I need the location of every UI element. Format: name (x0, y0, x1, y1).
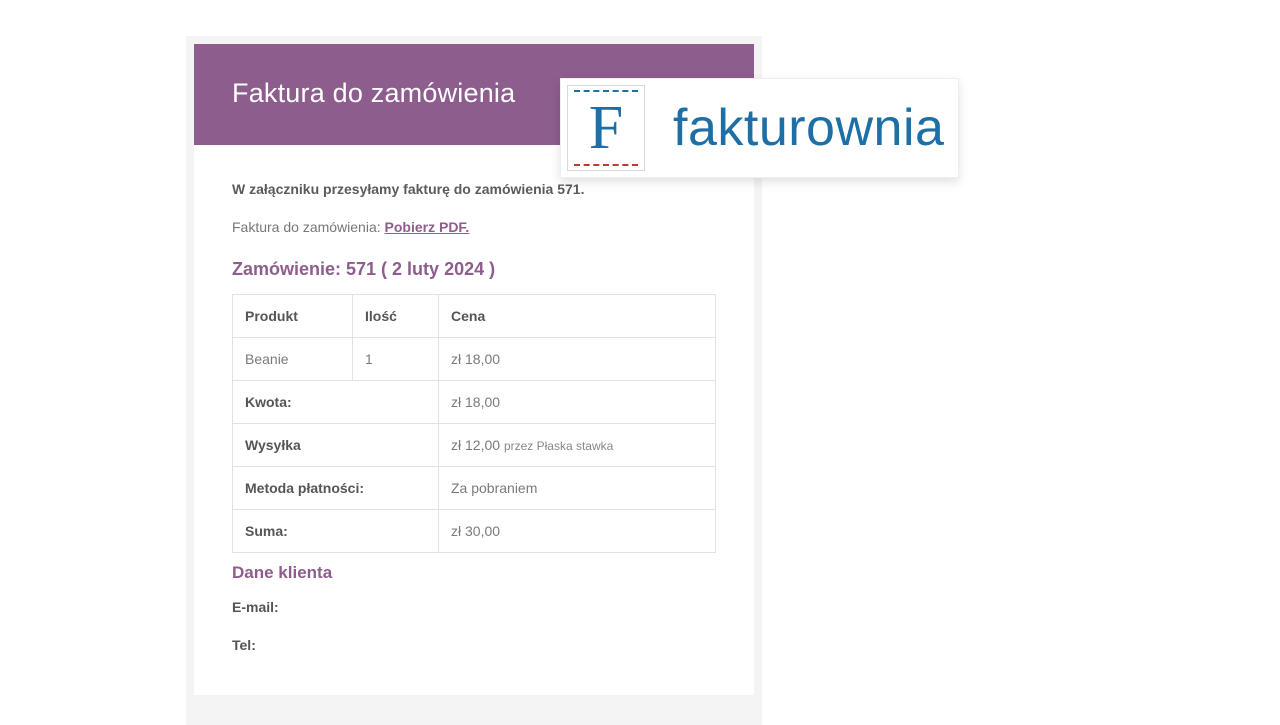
fakturownia-badge-icon: F (567, 85, 645, 171)
email-body: W załączniku przesyłamy fakturę do zamów… (194, 145, 754, 695)
fakturownia-logo-card: F fakturownia (560, 78, 959, 178)
cell-qty: 1 (353, 338, 439, 381)
fakturownia-badge-letter: F (589, 97, 623, 159)
client-email-row: E-mail: (232, 599, 716, 615)
label-sum: Suma: (233, 510, 439, 553)
value-shipping-extra: przez Płaska stawka (504, 439, 613, 453)
label-payment: Metoda płatności: (233, 467, 439, 510)
col-product: Produkt (233, 295, 353, 338)
cell-price: zł 18,00 (439, 338, 716, 381)
fakturownia-wordmark: fakturownia (673, 98, 944, 158)
cell-product: Beanie (233, 338, 353, 381)
col-qty: Ilość (353, 295, 439, 338)
label-shipping: Wysyłka (233, 424, 439, 467)
order-table: Produkt Ilość Cena Beanie 1 zł 18,00 Kwo… (232, 294, 716, 553)
value-subtotal: zł 18,00 (439, 381, 716, 424)
order-heading: Zamówienie: 571 ( 2 luty 2024 ) (232, 259, 716, 280)
value-shipping: zł 12,00 przez Płaska stawka (439, 424, 716, 467)
col-price: Cena (439, 295, 716, 338)
row-sum: Suma: zł 30,00 (233, 510, 716, 553)
client-tel-row: Tel: (232, 637, 716, 653)
table-header-row: Produkt Ilość Cena (233, 295, 716, 338)
row-shipping: Wysyłka zł 12,00 przez Płaska stawka (233, 424, 716, 467)
value-sum: zł 30,00 (439, 510, 716, 553)
table-row: Beanie 1 zł 18,00 (233, 338, 716, 381)
intro-text: W załączniku przesyłamy fakturę do zamów… (232, 181, 716, 197)
value-payment: Za pobraniem (439, 467, 716, 510)
label-subtotal: Kwota: (233, 381, 439, 424)
download-row: Faktura do zamówienia: Pobierz PDF. (232, 219, 716, 235)
download-pdf-link[interactable]: Pobierz PDF. (385, 219, 470, 235)
client-heading: Dane klienta (232, 563, 716, 583)
row-payment: Metoda płatności: Za pobraniem (233, 467, 716, 510)
row-subtotal: Kwota: zł 18,00 (233, 381, 716, 424)
value-shipping-amount: zł 12,00 (451, 437, 500, 453)
download-prefix: Faktura do zamówienia: (232, 219, 381, 235)
